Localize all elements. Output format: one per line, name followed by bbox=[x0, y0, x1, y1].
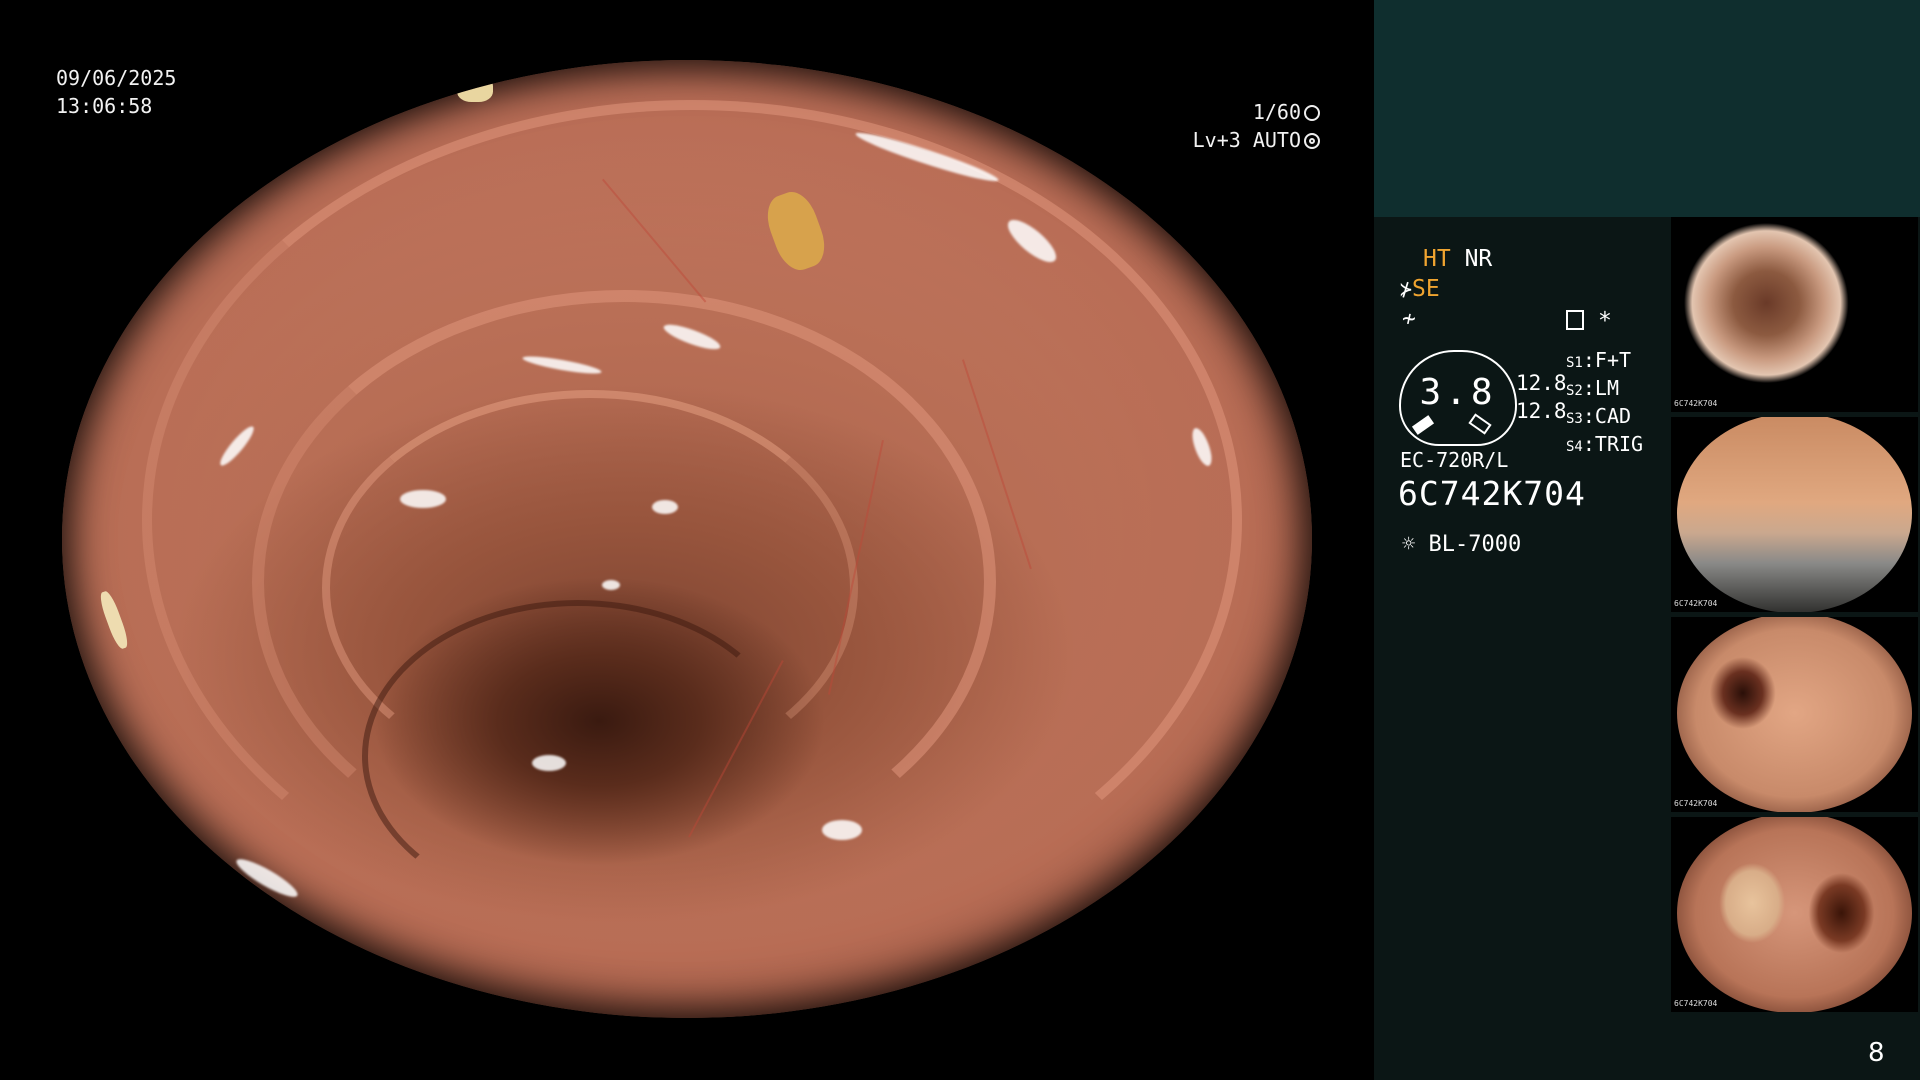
thumbnail-4[interactable]: 6C742K704 bbox=[1671, 817, 1918, 1012]
gauge-value-top: 12.8 bbox=[1516, 371, 1567, 395]
thumbnail-image bbox=[1677, 417, 1912, 612]
structure-enhance-icon: ⊁ bbox=[1400, 277, 1413, 301]
asterisk-indicator: * bbox=[1598, 308, 1612, 334]
color-enhance-icon: ≁ bbox=[1402, 306, 1416, 332]
ht-nr-row: HT NR bbox=[1423, 244, 1492, 274]
thumbnail-image bbox=[1677, 217, 1912, 412]
stool-debris bbox=[97, 589, 131, 651]
specular-reflection bbox=[532, 755, 566, 771]
thumbnail-serial: 6C742K704 bbox=[1674, 999, 1718, 1008]
switch-value: CAD bbox=[1594, 404, 1632, 428]
light-source-label: BL-7000 bbox=[1428, 532, 1522, 557]
scope-serial: 6C742K704 bbox=[1398, 474, 1586, 513]
gauge-value-bottom: 12.8 bbox=[1516, 399, 1567, 423]
exam-date: 09/06/2025 bbox=[56, 66, 177, 90]
thumbnail-serial: 6C742K704 bbox=[1674, 599, 1718, 608]
gauge-value: 3.8 bbox=[1419, 372, 1497, 413]
switch-row: S4:TRIG bbox=[1566, 432, 1644, 456]
shutter-speed: 1/60 bbox=[1252, 100, 1301, 124]
thumbnail-1[interactable]: 6C742K704 bbox=[1671, 217, 1918, 412]
mucosal-fold bbox=[362, 600, 794, 912]
datetime-block: 09/06/2025 13:06:58 bbox=[56, 64, 176, 120]
se-label: SE bbox=[1412, 276, 1440, 302]
switch-row: S3:CAD bbox=[1566, 404, 1632, 428]
switch-key: S1 bbox=[1566, 355, 1583, 371]
specular-reflection bbox=[232, 853, 302, 903]
exposure-block: 1/60 Lv+3 AUTO bbox=[1140, 98, 1320, 154]
switch-key: S4 bbox=[1566, 439, 1583, 455]
thumbnail-2[interactable]: 6C742K704 bbox=[1671, 417, 1918, 612]
memo-card-icon bbox=[1566, 310, 1584, 330]
thumbnail-serial: 6C742K704 bbox=[1674, 399, 1718, 408]
specular-reflection bbox=[652, 500, 678, 514]
light-source-row: ☼ BL-7000 bbox=[1402, 532, 1521, 557]
se-row: ⊁SE bbox=[1400, 274, 1440, 304]
thumbnail-serial: 6C742K704 bbox=[1674, 799, 1718, 808]
switch-key: S3 bbox=[1566, 411, 1583, 427]
exam-time: 13:06:58 bbox=[56, 94, 153, 118]
scope-model: EC-720R/L bbox=[1400, 448, 1509, 472]
switch-key: S2 bbox=[1566, 383, 1583, 399]
nr-label: NR bbox=[1464, 246, 1493, 272]
specular-reflection bbox=[400, 490, 446, 508]
aperture-icon bbox=[1304, 105, 1320, 121]
thumbnail-image bbox=[1677, 817, 1912, 1012]
switch-row: S2:LM bbox=[1566, 376, 1619, 400]
switch-list: S1:F+T S2:LM S3:CAD S4:TRIG bbox=[1566, 348, 1643, 460]
thumbnail-image bbox=[1677, 617, 1912, 812]
panel-header-area bbox=[1374, 0, 1920, 217]
switch-value: LM bbox=[1594, 376, 1619, 400]
stool-debris bbox=[457, 76, 493, 102]
specular-reflection bbox=[822, 820, 862, 840]
ht-label: HT bbox=[1423, 246, 1451, 272]
iris-icon bbox=[1304, 133, 1320, 149]
switch-value: TRIG bbox=[1594, 432, 1644, 456]
iris-mode: Lv+3 AUTO bbox=[1192, 128, 1301, 152]
page-number: 8 bbox=[1868, 1038, 1885, 1068]
specular-reflection bbox=[602, 580, 620, 590]
switch-row: S1:F+T bbox=[1566, 348, 1632, 372]
thumbnail-3[interactable]: 6C742K704 bbox=[1671, 617, 1918, 812]
endoscope-main-view bbox=[62, 60, 1312, 1018]
light-source-icon: ☼ bbox=[1402, 532, 1416, 557]
switch-value: F+T bbox=[1594, 348, 1632, 372]
